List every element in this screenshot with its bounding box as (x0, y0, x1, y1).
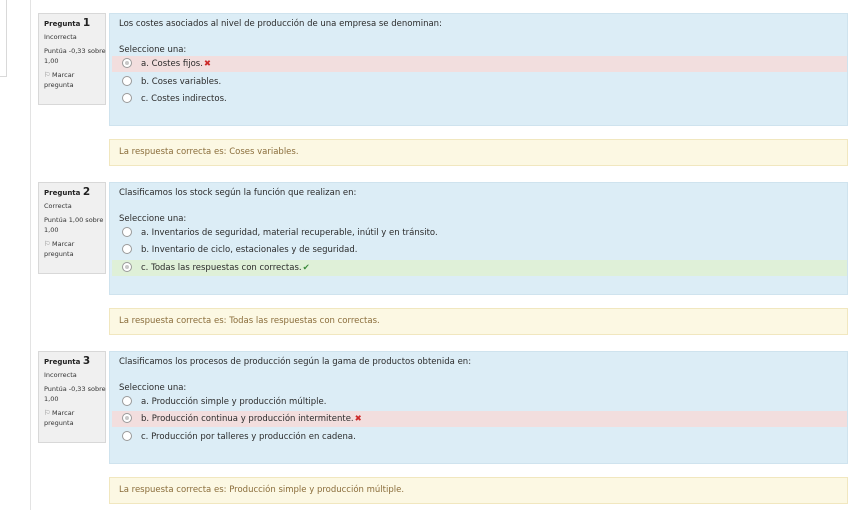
right-answer-feedback: La respuesta correcta es: Coses variable… (109, 139, 848, 166)
radio-button[interactable] (122, 58, 132, 68)
question-text: Clasificamos los stock según la función … (119, 188, 357, 198)
answer-option[interactable]: b. Inventario de ciclo, estacionales y d… (112, 242, 847, 258)
answer-label: b. Coses variables. (141, 77, 222, 87)
answer-option[interactable]: c. Producción por talleres y producción … (112, 429, 847, 445)
question-grade: Puntúa -0,33 sobre 1,00 (44, 385, 106, 403)
answer-label: c. Costes indirectos. (141, 94, 227, 104)
right-answer-feedback: La respuesta correcta es: Producción sim… (109, 477, 848, 504)
answer-label: c. Todas las respuestas con correctas. (141, 263, 302, 273)
right-answer-feedback: La respuesta correcta es: Todas las resp… (109, 308, 848, 335)
left-panel-edge (0, 0, 7, 77)
flag-icon: ⚐ (44, 240, 51, 248)
answer-label: a. Costes fijos. (141, 59, 203, 69)
answer-option[interactable]: c. Todas las respuestas con correctas.✔ (112, 260, 847, 276)
cross-icon: ✖ (354, 414, 362, 424)
radio-button[interactable] (122, 262, 132, 272)
answer-label: b. Producción continua y producción inte… (141, 414, 354, 424)
answer-prompt: Seleccione una: (119, 214, 187, 224)
question-info: Pregunta 2 Correcta Puntúa 1,00 sobre 1,… (38, 182, 106, 274)
flag-question-link[interactable]: ⚐ Marcar pregunta (44, 70, 105, 90)
answer-prompt: Seleccione una: (119, 383, 187, 393)
answer-option[interactable]: c. Costes indirectos. (112, 91, 847, 107)
question-info: Pregunta 3 Incorrecta Puntúa -0,33 sobre… (38, 351, 106, 443)
answer-option[interactable]: a. Producción simple y producción múltip… (112, 394, 847, 410)
radio-button[interactable] (122, 396, 132, 406)
answer-prompt: Seleccione una: (119, 45, 187, 55)
radio-button[interactable] (122, 227, 132, 237)
question-number: Pregunta 3 (44, 355, 91, 367)
answer-option[interactable]: a. Costes fijos.✖ (112, 56, 847, 72)
radio-button[interactable] (122, 93, 132, 103)
question-state: Correcta (44, 202, 72, 210)
question-state: Incorrecta (44, 371, 77, 379)
question-formulation: Clasificamos los stock según la función … (109, 182, 848, 295)
radio-button[interactable] (122, 431, 132, 441)
answer-label: c. Producción por talleres y producción … (141, 432, 356, 442)
question-formulation: Clasificamos los procesos de producción … (109, 351, 848, 464)
question-grade: Puntúa 1,00 sobre 1,00 (44, 216, 104, 234)
radio-button[interactable] (122, 76, 132, 86)
flag-icon: ⚐ (44, 71, 51, 79)
check-icon: ✔ (302, 263, 310, 273)
answer-option[interactable]: a. Inventarios de seguridad, material re… (112, 225, 847, 241)
answer-option[interactable]: b. Producción continua y producción inte… (112, 411, 847, 427)
question-state: Incorrecta (44, 33, 77, 41)
answer-label: a. Inventarios de seguridad, material re… (141, 228, 438, 238)
answer-label: b. Inventario de ciclo, estacionales y d… (141, 245, 358, 255)
question-number: Pregunta 1 (44, 17, 91, 29)
flag-icon: ⚐ (44, 409, 51, 417)
question-text: Los costes asociados al nivel de producc… (119, 19, 442, 29)
question-grade: Puntúa -0,33 sobre 1,00 (44, 47, 106, 65)
question-number: Pregunta 2 (44, 186, 91, 198)
answer-label: a. Producción simple y producción múltip… (141, 397, 327, 407)
question-text: Clasificamos los procesos de producción … (119, 357, 472, 367)
radio-button[interactable] (122, 413, 132, 423)
answer-option[interactable]: b. Coses variables. (112, 74, 847, 90)
flag-question-link[interactable]: ⚐ Marcar pregunta (44, 408, 105, 428)
flag-question-link[interactable]: ⚐ Marcar pregunta (44, 239, 105, 259)
cross-icon: ✖ (203, 59, 212, 69)
content-divider (30, 0, 31, 510)
question-info: Pregunta 1 Incorrecta Puntúa -0,33 sobre… (38, 13, 106, 105)
radio-button[interactable] (122, 244, 132, 254)
question-formulation: Los costes asociados al nivel de producc… (109, 13, 848, 126)
